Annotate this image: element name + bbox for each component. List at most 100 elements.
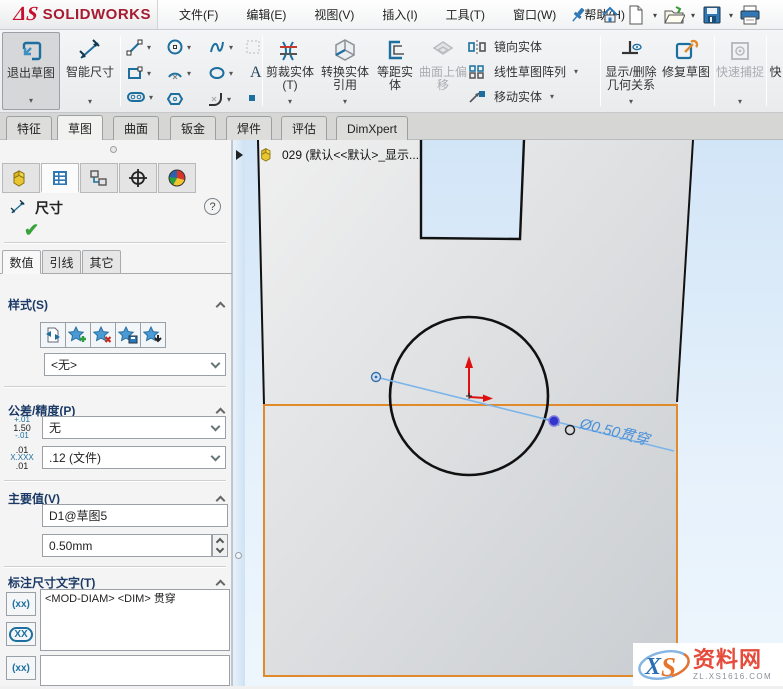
convert-entities-button[interactable]: 转换实体引用 ▾ <box>318 32 372 110</box>
tab-value[interactable]: 数值 <box>2 250 41 274</box>
pin-menu-icon[interactable] <box>568 5 588 25</box>
load-style-button[interactable] <box>140 322 166 348</box>
graphics-viewport[interactable]: Ø0.50贯穿 029 (默认<<默认>_显示... X S 资料网 ZL.XS… <box>245 139 783 686</box>
dim-text-var-button[interactable]: (xx) <box>6 592 36 616</box>
menu-window[interactable]: 窗口(W) <box>499 0 570 29</box>
smart-dimension-button[interactable]: 智能尺寸 ▾ <box>62 32 118 110</box>
tab-sketch[interactable]: 草图 <box>57 115 104 140</box>
move-entities-button[interactable]: 移动实体 ▾ <box>468 88 594 105</box>
dimension-value-field[interactable]: 0.50mm <box>42 534 212 557</box>
circle-dropdown[interactable]: ▾ <box>187 43 191 52</box>
offset-on-surface-button[interactable]: 曲面上偏移 <box>418 32 468 110</box>
feature-tree-flyout[interactable]: 029 (默认<<默认>_显示... <box>259 146 419 163</box>
dimension-text-area[interactable]: <MOD-DIAM> <DIM> 贯穿 <box>40 589 230 651</box>
display-manager-tab[interactable] <box>158 163 196 193</box>
new-document-dropdown[interactable]: ▾ <box>650 11 660 20</box>
spline-tool[interactable]: ▾ <box>208 38 233 56</box>
ellipse-tool[interactable]: ▾ <box>208 64 233 82</box>
precision-dropdown[interactable]: .12 (文件) <box>42 446 226 469</box>
dimxpert-manager-tab[interactable] <box>119 163 157 193</box>
print-button[interactable] <box>738 3 762 27</box>
tab-features[interactable]: 特征 <box>6 116 53 140</box>
panel-splitter[interactable] <box>232 140 245 686</box>
dimension-name-field[interactable]: D1@草图5 <box>42 504 228 527</box>
partial-button[interactable]: 快 <box>768 32 783 110</box>
point-tool[interactable] <box>246 92 258 104</box>
polygon-tool[interactable] <box>166 90 184 108</box>
new-document-button[interactable] <box>624 3 648 27</box>
collapse-panel-arrow-icon[interactable] <box>236 150 243 160</box>
add-style-button[interactable] <box>65 322 91 348</box>
save-button[interactable] <box>700 3 724 27</box>
style-dropdown[interactable]: <无> <box>44 353 226 376</box>
convert-entities-dropdown[interactable]: ▾ <box>343 95 347 108</box>
delete-style-button[interactable] <box>90 322 116 348</box>
trim-entities-dropdown[interactable]: ▾ <box>288 95 292 108</box>
exit-sketch-button[interactable]: 退出草图 ▾ <box>2 32 60 110</box>
tab-evaluate[interactable]: 评估 <box>281 116 328 140</box>
slot-tool[interactable]: ▾ <box>126 90 153 104</box>
rectangle-dropdown[interactable]: ▾ <box>147 69 151 78</box>
open-button[interactable] <box>662 3 686 27</box>
spinner-down-icon[interactable] <box>215 544 225 554</box>
model-view[interactable]: Ø0.50贯穿 <box>245 139 783 686</box>
part-notch-edge[interactable] <box>419 139 526 241</box>
value-spinner[interactable] <box>212 534 228 557</box>
trim-entities-button[interactable]: 剪裁实体(T) ▾ <box>264 32 316 110</box>
property-manager-tab[interactable] <box>41 163 79 193</box>
arc-tool[interactable]: ▾ <box>166 64 191 82</box>
linear-pattern-button[interactable]: 线性草图阵列 ▾ <box>468 63 594 80</box>
sketch-picture-tool[interactable] <box>244 38 262 56</box>
save-style-button[interactable] <box>115 322 141 348</box>
tab-leaders[interactable]: 引线 <box>42 250 81 274</box>
tree-root-label[interactable]: 029 (默认<<默认>_显示... <box>282 146 419 163</box>
circle-tool[interactable]: ▾ <box>166 38 191 56</box>
open-dropdown[interactable]: ▾ <box>688 11 698 20</box>
move-entities-dropdown[interactable]: ▾ <box>550 92 554 101</box>
smart-dimension-dropdown[interactable]: ▾ <box>88 95 92 108</box>
menu-view[interactable]: 视图(V) <box>300 0 368 29</box>
display-delete-relations-dropdown[interactable]: ▾ <box>629 95 633 108</box>
ellipse-dropdown[interactable]: ▾ <box>229 69 233 78</box>
rectangle-tool[interactable]: ▾ <box>126 64 151 82</box>
display-delete-relations-button[interactable]: 显示/删除几何关系 ▾ <box>602 32 660 110</box>
mirror-entities-button[interactable]: 镜向实体 <box>468 38 542 55</box>
quick-snaps-button[interactable]: 快速捕捉 ▾ <box>716 32 764 110</box>
repair-sketch-button[interactable]: 修复草图 <box>660 32 712 110</box>
feature-manager-tab[interactable] <box>2 163 40 193</box>
arc-dropdown[interactable]: ▾ <box>187 69 191 78</box>
home-button[interactable] <box>598 3 622 27</box>
tab-surfaces[interactable]: 曲面 <box>113 116 160 140</box>
dim-text-oval-button[interactable]: XX <box>6 622 36 646</box>
part-face[interactable] <box>258 140 693 676</box>
horizontal-splitter[interactable] <box>0 142 232 153</box>
help-button[interactable]: ? <box>204 198 221 215</box>
apply-default-style-button[interactable] <box>40 322 66 348</box>
menu-tools[interactable]: 工具(T) <box>432 0 499 29</box>
quick-snaps-dropdown[interactable]: ▾ <box>738 95 742 108</box>
save-dropdown[interactable]: ▾ <box>726 11 736 20</box>
tab-weldments[interactable]: 焊件 <box>226 116 273 140</box>
configuration-manager-tab[interactable] <box>80 163 118 193</box>
menu-insert[interactable]: 插入(I) <box>368 0 431 29</box>
line-tool[interactable]: ▾ <box>126 38 151 56</box>
tab-dimxpert[interactable]: DimXpert <box>336 116 409 140</box>
menu-file[interactable]: 文件(F) <box>165 0 232 29</box>
slot-dropdown[interactable]: ▾ <box>149 93 153 102</box>
dimension-text-area-2[interactable] <box>40 655 230 686</box>
fillet-dropdown[interactable]: ▾ <box>227 95 231 104</box>
spline-dropdown[interactable]: ▾ <box>229 43 233 52</box>
tab-sheet-metal[interactable]: 钣金 <box>170 116 217 140</box>
linear-pattern-dropdown[interactable]: ▾ <box>574 67 578 76</box>
ok-check-button[interactable]: ✔ <box>24 220 39 241</box>
selected-point[interactable] <box>548 415 560 427</box>
dim-text-var-button-2[interactable]: (xx) <box>6 656 36 680</box>
menu-edit[interactable]: 编辑(E) <box>232 0 300 29</box>
offset-entities-button[interactable]: 等距实体 <box>372 32 418 110</box>
style-section-header[interactable]: 样式(S) <box>8 296 226 313</box>
exit-sketch-dropdown[interactable]: ▾ <box>29 94 33 107</box>
line-dropdown[interactable]: ▾ <box>147 43 151 52</box>
tab-other[interactable]: 其它 <box>82 250 121 274</box>
fillet-tool[interactable]: ▾ <box>206 90 231 108</box>
tolerance-type-dropdown[interactable]: 无 <box>42 416 226 439</box>
